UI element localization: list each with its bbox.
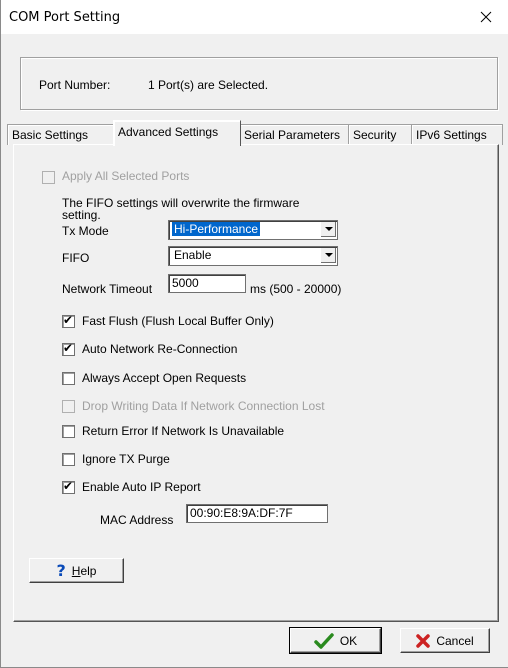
apply-all-label: Apply All Selected Ports — [62, 169, 190, 183]
return-error-checkbox[interactable] — [62, 425, 75, 438]
auto-reconnect-label: Auto Network Re-Connection — [82, 342, 238, 356]
fast-flush-checkbox[interactable]: ✔ — [62, 313, 75, 328]
cancel-button[interactable]: Cancel — [400, 628, 490, 653]
tab-basic-settings[interactable]: Basic Settings — [7, 124, 115, 145]
help-button[interactable]: ? Help — [29, 558, 124, 583]
question-mark-icon: ? — [56, 561, 66, 580]
x-icon — [416, 633, 431, 648]
drop-writing-label: Drop Writing Data If Network Connection … — [82, 399, 325, 413]
fifo-select[interactable]: Enable — [168, 246, 338, 266]
title-bar: COM Port Setting — [1, 0, 508, 34]
ignore-tx-purge-checkbox[interactable] — [62, 453, 75, 466]
checkmark-icon: ✔ — [63, 313, 74, 327]
checkmark-icon — [314, 632, 334, 649]
port-number-group: Port Number: 1 Port(s) are Selected. — [20, 57, 498, 110]
port-number-value: 1 Port(s) are Selected. — [148, 78, 269, 92]
mac-address-field[interactable]: 00:90:E8:9A:DF:7F — [186, 504, 328, 523]
port-number-label: Port Number: — [39, 78, 111, 92]
checkmark-icon: ✔ — [63, 479, 74, 493]
tx-mode-label: Tx Mode — [62, 224, 109, 238]
fifo-value: Enable — [174, 248, 212, 262]
always-accept-checkbox[interactable] — [62, 372, 75, 385]
network-timeout-range: ms (500 - 20000) — [250, 282, 342, 296]
ignore-tx-purge-label: Ignore TX Purge — [82, 452, 170, 466]
chevron-down-icon — [320, 222, 336, 237]
ok-label: OK — [339, 633, 358, 648]
fifo-note-line2: setting. — [62, 208, 101, 222]
mac-address-label: MAC Address — [100, 513, 174, 527]
checkmark-icon: ✔ — [63, 341, 74, 355]
advanced-settings-panel: Apply All Selected Ports The FIFO settin… — [13, 144, 499, 622]
apply-all-checkbox[interactable] — [42, 171, 55, 184]
com-port-setting-dialog: COM Port Setting Port Number: 1 Port(s) … — [0, 0, 508, 668]
auto-ip-report-label: Enable Auto IP Report — [82, 480, 201, 494]
fifo-label: FIFO — [62, 251, 90, 265]
close-icon — [480, 11, 492, 23]
drop-writing-checkbox[interactable] — [62, 400, 75, 413]
network-timeout-label: Network Timeout — [62, 282, 153, 296]
auto-ip-report-checkbox[interactable]: ✔ — [62, 479, 75, 494]
ok-button[interactable]: OK — [289, 627, 382, 654]
fast-flush-label: Fast Flush (Flush Local Buffer Only) — [82, 314, 274, 328]
tab-ipv6-settings[interactable]: IPv6 Settings — [411, 124, 503, 145]
tab-advanced-settings[interactable]: Advanced Settings — [113, 120, 241, 146]
help-accel: H — [71, 563, 81, 578]
tx-mode-select[interactable]: Hi-Performance — [168, 220, 338, 240]
tx-mode-value: Hi-Performance — [172, 222, 261, 236]
tab-serial-parameters[interactable]: Serial Parameters — [239, 124, 351, 145]
help-label: elp — [80, 563, 97, 578]
window-title: COM Port Setting — [9, 10, 121, 25]
cancel-label: Cancel — [436, 633, 474, 648]
return-error-label: Return Error If Network Is Unavailable — [82, 424, 285, 438]
chevron-down-icon — [320, 248, 336, 263]
always-accept-label: Always Accept Open Requests — [82, 371, 247, 385]
close-button[interactable] — [463, 0, 508, 34]
auto-reconnect-checkbox[interactable]: ✔ — [62, 341, 75, 356]
tab-security[interactable]: Security — [348, 124, 414, 145]
network-timeout-input[interactable]: 5000 — [168, 274, 246, 293]
